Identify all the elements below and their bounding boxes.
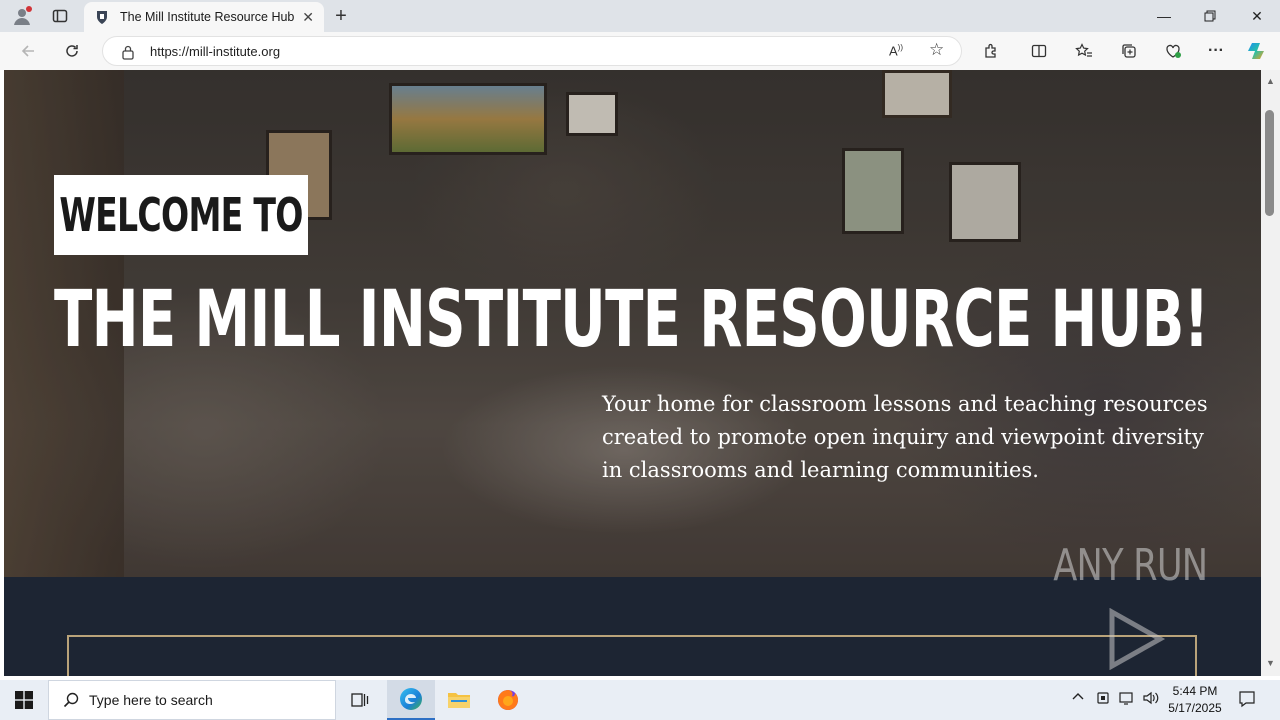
tab-title: The Mill Institute Resource Hub xyxy=(120,10,295,24)
split-screen-icon[interactable] xyxy=(1027,39,1051,63)
refresh-icon[interactable] xyxy=(60,39,84,63)
tray-device-icon[interactable] xyxy=(1095,690,1111,709)
network-icon[interactable] xyxy=(1118,690,1136,709)
firefox-icon xyxy=(498,690,518,710)
minimize-button[interactable]: — xyxy=(1141,0,1187,32)
browser-title-bar: The Mill Institute Resource Hub ✕ + — ✕ xyxy=(0,0,1280,32)
new-tab-button[interactable]: + xyxy=(330,5,352,27)
lock-icon[interactable] xyxy=(121,44,135,65)
windows-taskbar: Type here to search 5:44 PM 5/17/2025 xyxy=(0,680,1280,720)
welcome-badge: WELCOME TO xyxy=(54,175,308,255)
site-favicon-icon xyxy=(97,11,107,24)
collections-icon[interactable] xyxy=(1117,39,1141,63)
task-view-icon xyxy=(351,693,369,707)
extensions-icon[interactable] xyxy=(979,39,1003,63)
anyrun-watermark: ANY RUN xyxy=(1034,540,1227,591)
copilot-icon[interactable] xyxy=(1245,39,1269,63)
taskbar-edge-app[interactable] xyxy=(387,680,435,720)
clock-time: 5:44 PM xyxy=(1172,684,1218,698)
more-menu-icon[interactable]: ··· xyxy=(1204,39,1228,63)
volume-icon[interactable] xyxy=(1142,690,1160,709)
task-view-button[interactable] xyxy=(336,680,384,720)
welcome-text: WELCOME TO xyxy=(59,188,303,242)
content-card-border xyxy=(67,635,1197,676)
hero-subtext: Your home for classroom lessons and teac… xyxy=(602,392,1208,482)
lower-section xyxy=(4,577,1261,676)
read-aloud-icon[interactable]: A)) xyxy=(889,43,903,58)
restore-button[interactable] xyxy=(1187,0,1233,32)
watermark-play-icon xyxy=(1109,608,1166,670)
tab-actions-icon[interactable] xyxy=(50,6,70,26)
search-placeholder: Type here to search xyxy=(89,692,213,708)
watermark-text: ANY RUN xyxy=(1053,540,1208,591)
scroll-down-arrow-icon[interactable]: ▼ xyxy=(1266,658,1275,668)
address-bar[interactable]: https://mill-institute.org A)) ☆ xyxy=(102,36,962,66)
taskbar-search-box[interactable]: Type here to search xyxy=(48,680,336,720)
active-tab[interactable]: The Mill Institute Resource Hub ✕ xyxy=(84,2,324,32)
scroll-up-arrow-icon[interactable]: ▲ xyxy=(1266,76,1275,86)
folder-icon xyxy=(448,693,470,708)
url-text: https://mill-institute.org xyxy=(150,44,281,59)
close-window-button[interactable]: ✕ xyxy=(1234,0,1280,32)
taskbar-clock[interactable]: 5:44 PM 5/17/2025 xyxy=(1160,683,1230,717)
back-arrow-icon[interactable] xyxy=(16,39,40,63)
hero-section: WELCOME TO THE MILL INSTITUTE RESOURCE H… xyxy=(4,70,1261,577)
page-scrollbar[interactable]: ▲ ▼ xyxy=(1261,70,1280,676)
search-icon xyxy=(63,692,79,708)
close-tab-icon[interactable]: ✕ xyxy=(302,9,314,26)
taskbar-file-explorer-app[interactable] xyxy=(435,680,483,720)
scrollbar-thumb[interactable] xyxy=(1265,110,1274,216)
taskbar-firefox-app[interactable] xyxy=(484,680,532,720)
clock-date: 5/17/2025 xyxy=(1168,701,1222,715)
start-button[interactable] xyxy=(0,680,48,720)
browser-toolbar: https://mill-institute.org A)) ☆ ··· xyxy=(0,32,1280,70)
profile-icon[interactable] xyxy=(12,6,32,26)
favorites-icon[interactable] xyxy=(1072,39,1096,63)
favorite-star-icon[interactable]: ☆ xyxy=(929,40,944,60)
notifications-icon[interactable] xyxy=(1238,690,1256,711)
show-hidden-icons-chevron-icon[interactable] xyxy=(1071,690,1085,707)
windows-logo-icon xyxy=(15,691,33,709)
hero-headline: THE MILL INSTITUTE RESOURCE HUB! xyxy=(54,275,1209,365)
edge-browser-icon xyxy=(400,688,422,710)
browser-essentials-icon[interactable] xyxy=(1161,39,1185,63)
